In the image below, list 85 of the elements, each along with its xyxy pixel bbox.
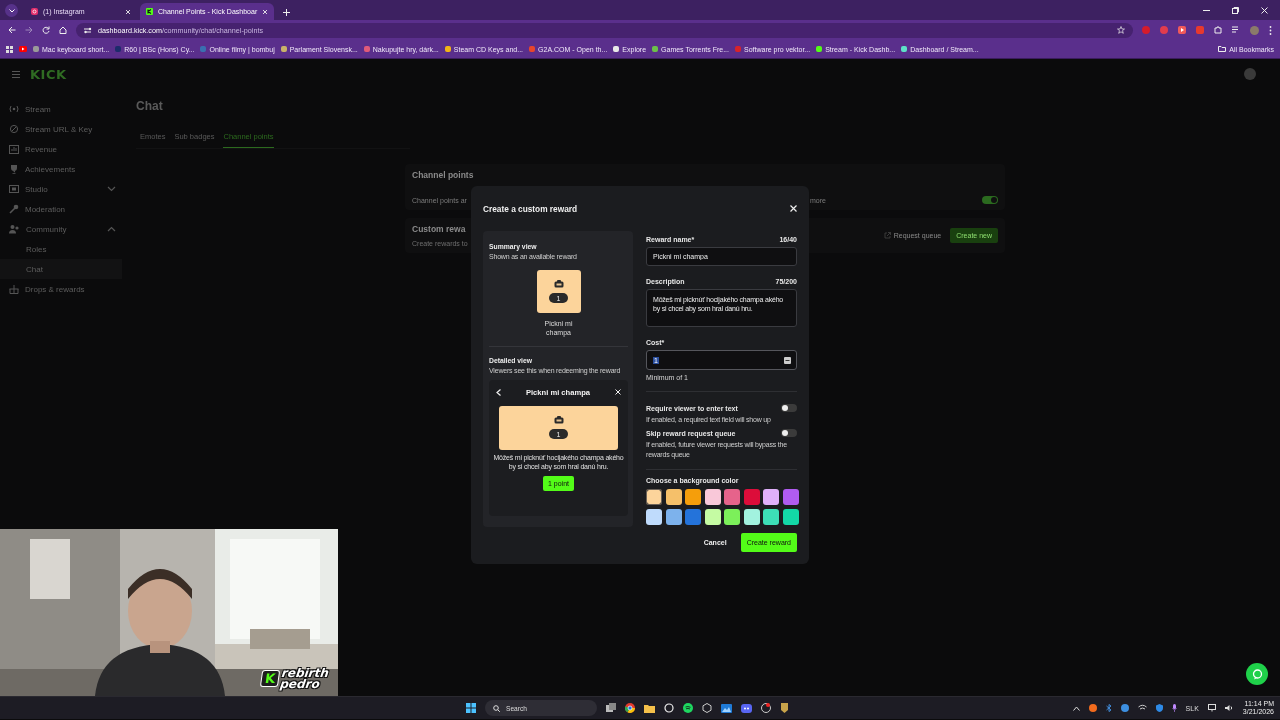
close-icon xyxy=(262,8,269,15)
close-icon xyxy=(615,389,621,396)
external-link-icon xyxy=(883,232,891,239)
microphone-icon[interactable] xyxy=(1171,704,1177,712)
ticket-icon xyxy=(553,280,564,288)
chevron-icon[interactable] xyxy=(107,186,116,192)
overlay-logo-text: rebirth xyxy=(281,668,330,680)
display-icon[interactable] xyxy=(1207,704,1216,712)
color-swatch[interactable] xyxy=(685,489,701,506)
puzzle-icon[interactable] xyxy=(1214,26,1222,34)
tray-app-icon[interactable] xyxy=(1120,704,1129,712)
playlist-icon[interactable] xyxy=(1232,26,1240,34)
toggle-switch[interactable] xyxy=(781,404,797,412)
color-swatch[interactable] xyxy=(646,489,662,506)
card-title: Channel points xyxy=(412,170,475,180)
volume-icon[interactable] xyxy=(1224,704,1234,712)
back-icon xyxy=(496,388,501,396)
windows-icon[interactable] xyxy=(466,703,476,713)
close-icon[interactable] xyxy=(1261,7,1268,14)
dialog-title: Create a custom reward xyxy=(483,203,578,214)
close-icon xyxy=(790,205,797,212)
gift-icon xyxy=(9,284,19,294)
toggle-switch[interactable] xyxy=(781,429,797,438)
bluetooth-icon[interactable] xyxy=(1105,704,1112,712)
color-swatch[interactable] xyxy=(724,489,740,506)
color-swatch[interactable] xyxy=(782,489,799,506)
color-swatch[interactable] xyxy=(782,509,799,526)
trophy-icon xyxy=(9,164,19,174)
color-swatch[interactable] xyxy=(743,509,760,526)
tab-search-button[interactable] xyxy=(5,4,18,17)
chat-bubble-icon xyxy=(1251,668,1263,680)
card-title: Custom rewa xyxy=(412,224,466,234)
apps-icon[interactable] xyxy=(6,45,13,53)
forward-icon[interactable] xyxy=(25,26,33,34)
color-swatch[interactable] xyxy=(646,509,662,526)
color-swatch[interactable] xyxy=(685,509,701,526)
minimize-icon[interactable] xyxy=(1203,7,1210,14)
youtube-icon xyxy=(19,46,27,52)
ticket-icon xyxy=(553,416,564,425)
chevron-icon xyxy=(8,8,15,13)
folder-icon xyxy=(1218,46,1227,52)
color-swatch[interactable] xyxy=(724,509,740,526)
site-settings-icon xyxy=(84,26,92,34)
tray-app-icon[interactable] xyxy=(1088,704,1097,712)
spotify-icon[interactable] xyxy=(683,703,693,713)
task-view-icon[interactable] xyxy=(606,703,616,713)
discord-icon[interactable] xyxy=(741,703,752,713)
instagram-icon xyxy=(31,8,38,15)
new-tab-icon[interactable] xyxy=(283,9,291,16)
kick-icon xyxy=(146,8,153,15)
network-icon[interactable] xyxy=(1137,704,1147,712)
media-icon[interactable] xyxy=(1178,26,1186,34)
close-button[interactable] xyxy=(790,205,797,212)
reload-icon[interactable] xyxy=(42,26,50,34)
color-swatch[interactable] xyxy=(665,489,682,506)
restore-icon[interactable] xyxy=(1232,7,1239,14)
photos-icon[interactable] xyxy=(721,703,732,713)
chevron-icon[interactable] xyxy=(107,226,116,232)
chart-icon xyxy=(9,144,19,154)
search-icon xyxy=(493,704,500,712)
color-swatch[interactable] xyxy=(743,489,760,506)
spinner-icon xyxy=(784,356,791,364)
screen-icon xyxy=(9,185,19,193)
tray-expand-icon[interactable] xyxy=(1072,705,1080,711)
color-swatch[interactable] xyxy=(704,489,721,506)
chrome-icon[interactable] xyxy=(625,703,635,713)
broadcast-icon xyxy=(9,105,19,113)
more-icon[interactable] xyxy=(1269,25,1272,35)
toggle-switch[interactable] xyxy=(982,196,998,204)
home-icon[interactable] xyxy=(59,26,67,34)
star-icon[interactable] xyxy=(1117,26,1125,34)
cube-icon[interactable] xyxy=(702,703,712,713)
close-icon xyxy=(125,8,131,15)
color-swatch[interactable] xyxy=(763,509,779,526)
folder-icon[interactable] xyxy=(644,703,655,713)
color-swatch[interactable] xyxy=(665,509,682,526)
menu-icon[interactable] xyxy=(12,70,20,78)
wrench-icon xyxy=(9,204,19,214)
color-swatch[interactable] xyxy=(704,509,721,526)
people-icon xyxy=(9,224,20,234)
back-icon[interactable] xyxy=(8,26,16,34)
chat-bubble-button[interactable] xyxy=(1246,663,1268,685)
overlay-logo-text: pedro xyxy=(279,679,321,690)
page-title: Chat xyxy=(136,99,164,115)
color-swatch[interactable] xyxy=(763,489,779,506)
